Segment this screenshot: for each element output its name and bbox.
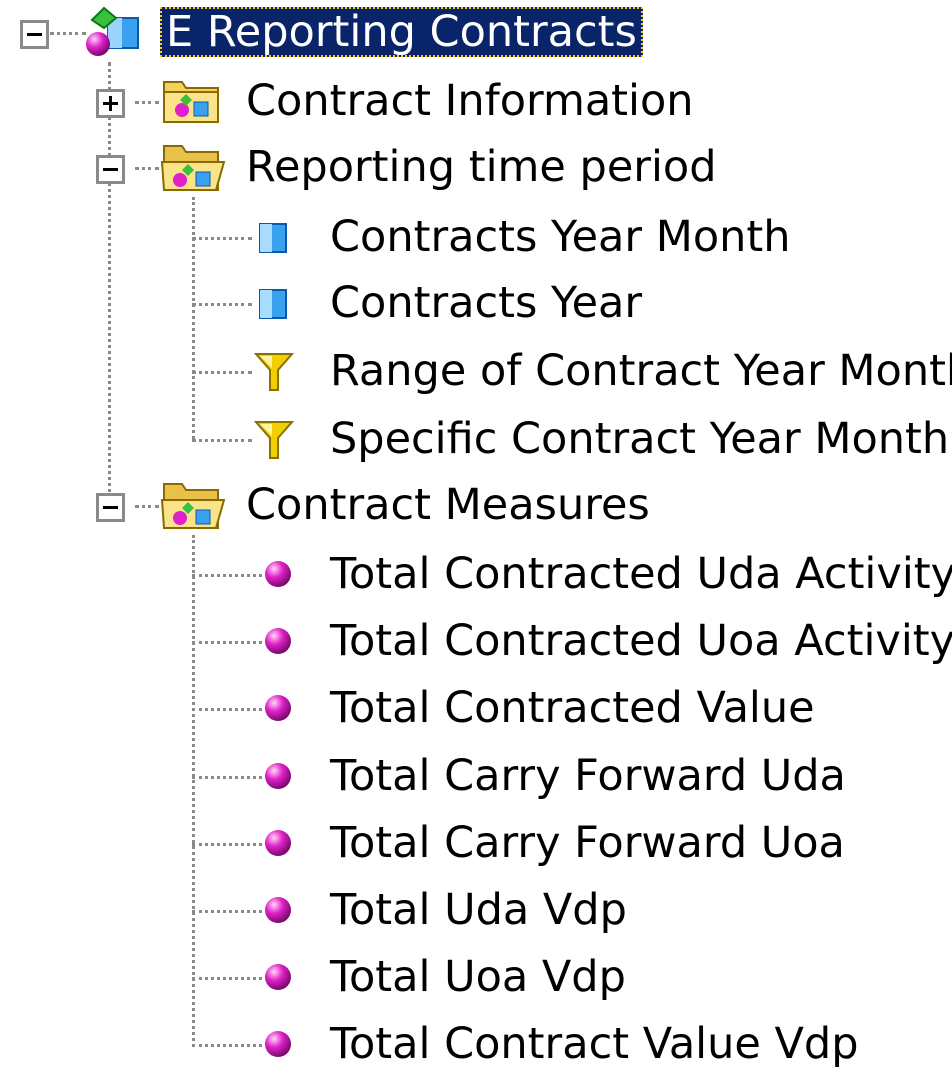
measure-sphere-icon [265,897,291,923]
universe-icon [86,6,139,56]
measure-sphere-icon [265,763,291,789]
measure-sphere-icon [265,628,291,654]
tree-connector [192,1044,262,1047]
measure-sphere-icon [265,561,291,587]
class-folder-closed-icon [163,81,219,123]
tree-leaf-label: Total Uoa Vdp [330,952,626,1002]
tree-leaf-label: Total Contracted Uoa Activity [330,616,952,666]
filter-funnel-icon [253,353,295,391]
tree-connector [192,977,262,980]
expand-toggle[interactable] [96,89,125,118]
tree-connector [192,237,252,240]
measure-sphere-icon [265,964,291,990]
tree-leaf-label: Range of Contract Year Month [330,346,952,396]
tree-leaf-label: Total Carry Forward Uoa [330,818,845,868]
filter-funnel-icon [253,421,295,459]
tree-folder-label: Reporting time period [246,142,717,192]
tree-leaf-label: Contracts Year Month [330,212,791,262]
tree-connector [192,776,262,779]
tree-connector [192,197,195,439]
dimension-cube-icon [259,223,287,253]
collapse-toggle[interactable] [20,20,49,49]
class-folder-open-icon [160,145,226,191]
tree-leaf-label: Total Carry Forward Uda [330,751,846,801]
measure-sphere-icon [265,1031,291,1057]
tree-connector [192,303,252,306]
tree-connector [108,62,111,518]
tree-connector [192,439,252,442]
class-folder-open-icon [160,483,226,529]
tree-leaf-label: Total Contracted Value [330,683,815,733]
tree-leaf-label: Total Contracted Uda Activity [330,549,952,599]
tree-connector [50,32,86,35]
tree-connector [192,708,262,711]
tree-connector [192,574,262,577]
collapse-toggle[interactable] [96,493,125,522]
tree-connector [192,371,252,374]
tree-leaf-label: Contracts Year [330,278,643,328]
tree-leaf-label: Specific Contract Year Month [330,414,950,464]
tree-connector [135,167,159,170]
measure-sphere-icon [265,695,291,721]
tree-connector [192,843,262,846]
tree-root-label: E Reporting Contracts [160,7,643,57]
tree-leaf-label: Total Uda Vdp [330,885,627,935]
tree-connector [135,101,159,104]
tree-folder-label: Contract Measures [246,480,650,530]
tree-connector [192,535,195,1047]
tree-connector [192,910,262,913]
tree-connector [192,641,262,644]
measure-sphere-icon [265,830,291,856]
tree-connector [135,505,159,508]
tree-folder-label: Contract Information [246,76,694,126]
collapse-toggle[interactable] [96,155,125,184]
dimension-cube-icon [259,289,287,319]
